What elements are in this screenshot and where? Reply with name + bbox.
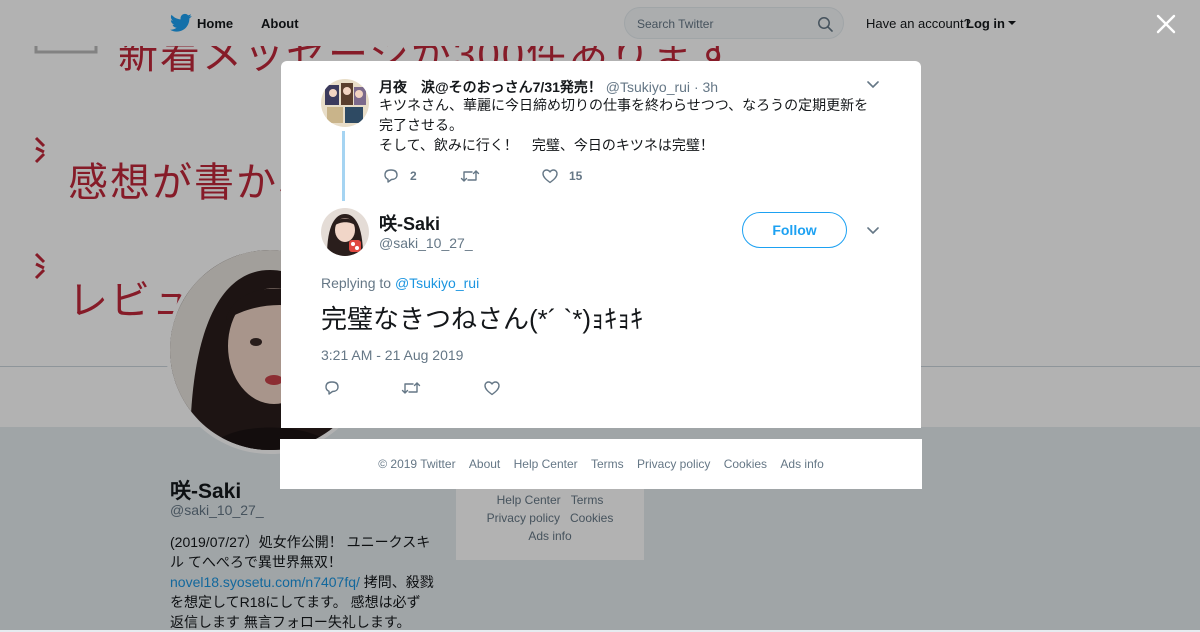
reply-icon [384,169,398,183]
parent-reply-button[interactable]: 2 [382,167,417,185]
chevron-down-icon[interactable] [867,81,879,89]
avatar-photo [321,208,369,256]
like-count: 15 [569,169,583,183]
like-icon [484,381,500,396]
close-icon[interactable] [1156,14,1176,34]
retweet-icon [460,170,480,182]
footer-about-link[interactable]: About [469,457,500,471]
replying-to: Replying to @Tsukiyo_rui [321,275,479,291]
thread-connector-line [342,131,345,201]
tweet-modal: 月夜 涙@そのおっさん7/31発売！ @Tsukiyo_rui · 3h キツネ… [281,61,921,428]
retweet-icon [401,382,421,394]
main-tweet-text: 完璧なきつねさん(*´ ︎`*)ｮｷｮｷ [321,304,644,334]
footer-copyright: © 2019 Twitter [378,457,456,471]
main-like-button[interactable] [483,379,501,397]
parent-avatar[interactable] [321,79,369,127]
parent-author-name[interactable]: 月夜 涙@そのおっさん7/31発売！ [379,79,602,95]
parent-text-line-1: キツネさん、華麗に今日締め切りの仕事を終わらせつつ、なろうの定期更新を完了させる… [379,97,869,133]
footer-help-link[interactable]: Help Center [514,457,578,471]
avatar-illustration [321,79,369,127]
replying-to-label: Replying to [321,275,392,291]
replying-to-handle-link[interactable]: @Tsukiyo_rui [395,275,479,291]
main-author-name[interactable]: 咲-Saki [379,210,440,236]
footer-ads-link[interactable]: Ads info [780,457,823,471]
main-reply-button[interactable] [323,379,341,397]
parent-like-button[interactable]: 15 [541,167,582,185]
footer-cookies-link[interactable]: Cookies [724,457,767,471]
reply-count: 2 [410,169,417,183]
main-retweet-button[interactable] [401,379,421,397]
main-author-handle[interactable]: @saki_10_27_ [379,235,473,251]
footer-terms-link[interactable]: Terms [591,457,624,471]
parent-author-handle[interactable]: @Tsukiyo_rui [606,79,690,95]
reply-icon [325,381,339,395]
main-tweet-timestamp[interactable]: 3:21 AM - 21 Aug 2019 [321,347,463,363]
footer-privacy-link[interactable]: Privacy policy [637,457,710,471]
parent-retweet-button[interactable] [460,167,480,185]
parent-tweet-header: 月夜 涙@そのおっさん7/31発売！ @Tsukiyo_rui · 3h [379,77,718,97]
parent-tweet-time[interactable]: · 3h [694,79,718,95]
follow-button[interactable]: Follow [742,212,847,248]
like-icon [542,169,558,184]
parent-text-line-2: そして、飲みに行く！ 完璧、今日のキツネは完璧！ [379,137,714,153]
parent-tweet-text: キツネさん、華麗に今日締め切りの仕事を終わらせつつ、なろうの定期更新を完了させる… [379,95,874,155]
modal-footer: © 2019 Twitter About Help Center Terms P… [280,439,922,489]
chevron-down-icon[interactable] [867,227,879,235]
main-author-avatar[interactable] [321,208,369,256]
